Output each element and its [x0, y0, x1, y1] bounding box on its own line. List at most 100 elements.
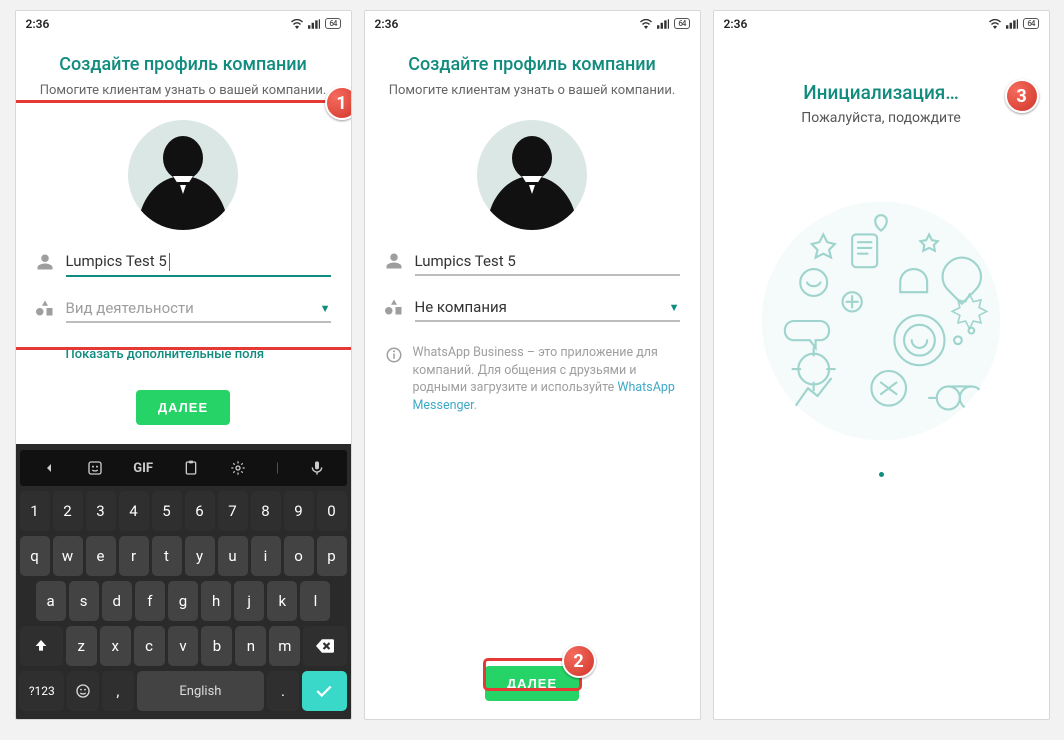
key-c[interactable]: c — [134, 626, 165, 666]
phone-screen-1: 2:36 64 Создайте профиль компании Помоги… — [15, 10, 352, 720]
key-w[interactable]: w — [53, 536, 83, 576]
key-z[interactable]: z — [66, 626, 97, 666]
status-time: 2:36 — [724, 17, 748, 31]
key-1[interactable]: 1 — [20, 491, 50, 531]
key-5[interactable]: 5 — [152, 491, 182, 531]
wifi-icon — [989, 19, 1001, 29]
company-name-input[interactable]: Lumpics Test 5 — [415, 248, 680, 276]
key-period[interactable]: . — [267, 671, 299, 711]
shift-icon — [33, 638, 49, 654]
activity-row: Вид деятельности ▼ — [36, 295, 331, 323]
company-name-row: Lumpics Test 5 — [36, 248, 331, 277]
keyboard-toolbar: GIF | — [20, 450, 347, 486]
key-8[interactable]: 8 — [251, 491, 281, 531]
person-icon — [385, 252, 405, 276]
key-i[interactable]: i — [251, 536, 281, 576]
page-title: Создайте профиль компании — [16, 54, 351, 75]
kb-collapse-icon[interactable] — [41, 460, 57, 476]
key-u[interactable]: u — [218, 536, 248, 576]
key-l[interactable]: l — [300, 581, 330, 621]
step-badge-1: 1 — [325, 86, 352, 120]
activity-dropdown[interactable]: Вид деятельности ▼ — [66, 295, 331, 323]
kb-row-3: z x c v b n m — [20, 626, 347, 666]
company-name-value: Lumpics Test 5 — [66, 252, 170, 271]
key-9[interactable]: 9 — [284, 491, 314, 531]
key-shift[interactable] — [20, 626, 63, 666]
key-e[interactable]: e — [86, 536, 116, 576]
key-backspace[interactable] — [303, 626, 346, 666]
doodle-pattern-icon — [756, 196, 1006, 446]
status-time: 2:36 — [375, 17, 399, 31]
kb-clipboard-icon[interactable] — [183, 460, 199, 476]
kb-settings-icon[interactable] — [230, 460, 246, 476]
key-o[interactable]: o — [284, 536, 314, 576]
backspace-icon — [316, 639, 334, 653]
key-enter[interactable] — [302, 671, 347, 711]
status-bar: 2:36 64 — [365, 11, 700, 36]
company-name-value: Lumpics Test 5 — [415, 252, 516, 270]
key-y[interactable]: y — [185, 536, 215, 576]
key-space[interactable]: English — [137, 671, 264, 711]
show-more-link[interactable]: Показать дополнительные поля — [66, 347, 265, 362]
info-notice: WhatsApp Business – это приложение для к… — [385, 344, 680, 414]
init-title: Инициализация… — [714, 81, 1049, 104]
wifi-icon — [291, 19, 303, 29]
company-avatar[interactable] — [477, 120, 587, 230]
key-d[interactable]: d — [102, 581, 132, 621]
chevron-down-icon: ▼ — [320, 302, 331, 315]
kb-sticker-icon[interactable] — [87, 460, 103, 476]
key-f[interactable]: f — [135, 581, 165, 621]
init-subtitle: Пожалуйста, подождите — [714, 110, 1049, 126]
check-icon — [315, 684, 333, 698]
key-h[interactable]: h — [201, 581, 231, 621]
key-j[interactable]: j — [234, 581, 264, 621]
key-4[interactable]: 4 — [119, 491, 149, 531]
company-avatar[interactable] — [128, 120, 238, 230]
activity-row: Не компания ▼ — [385, 294, 680, 322]
emoji-icon — [75, 683, 91, 699]
company-name-row: Lumpics Test 5 — [385, 248, 680, 276]
key-3[interactable]: 3 — [86, 491, 116, 531]
key-v[interactable]: v — [168, 626, 199, 666]
key-p[interactable]: p — [317, 536, 347, 576]
key-m[interactable]: m — [269, 626, 300, 666]
key-k[interactable]: k — [267, 581, 297, 621]
key-comma[interactable]: , — [102, 671, 134, 711]
kb-gif-button[interactable]: GIF — [133, 461, 153, 476]
kb-mic-icon[interactable] — [309, 460, 325, 476]
status-icons: 64 — [291, 18, 340, 29]
status-icons: 64 — [640, 18, 689, 29]
activity-dropdown[interactable]: Не компания ▼ — [415, 294, 680, 322]
key-q[interactable]: q — [20, 536, 50, 576]
key-b[interactable]: b — [201, 626, 232, 666]
info-text: WhatsApp Business – это приложение для к… — [413, 344, 678, 414]
next-button[interactable]: ДАЛЕЕ — [136, 390, 230, 425]
key-symbols[interactable]: ?123 — [19, 671, 64, 711]
soft-keyboard[interactable]: GIF | 1 2 3 4 5 6 7 8 9 0 q w e r t y u … — [16, 444, 351, 719]
key-emoji[interactable] — [67, 671, 99, 711]
key-n[interactable]: n — [235, 626, 266, 666]
key-t[interactable]: t — [152, 536, 182, 576]
kb-row-bottom: ?123 , English . — [20, 671, 347, 711]
key-x[interactable]: x — [100, 626, 131, 666]
kb-row-1: q w e r t y u i o p — [20, 536, 347, 576]
company-name-input[interactable]: Lumpics Test 5 — [66, 248, 331, 277]
phone-screen-3: 2:36 64 3 Инициализация… Пожалуйста, под… — [713, 10, 1050, 720]
profile-form: 1 Lumpics Test 5 Вид деятельно — [16, 98, 351, 444]
key-a[interactable]: a — [36, 581, 66, 621]
signal-icon — [1006, 19, 1018, 29]
key-7[interactable]: 7 — [218, 491, 248, 531]
key-6[interactable]: 6 — [185, 491, 215, 531]
key-g[interactable]: g — [168, 581, 198, 621]
key-2[interactable]: 2 — [53, 491, 83, 531]
key-r[interactable]: r — [119, 536, 149, 576]
status-time: 2:36 — [26, 17, 50, 31]
step-badge-2: 2 — [562, 644, 596, 678]
key-s[interactable]: s — [69, 581, 99, 621]
avatar-silhouette-icon — [477, 130, 587, 230]
key-0[interactable]: 0 — [317, 491, 347, 531]
category-icon — [385, 298, 405, 322]
person-icon — [36, 253, 56, 277]
avatar-silhouette-icon — [128, 130, 238, 230]
activity-value: Не компания — [415, 298, 507, 316]
